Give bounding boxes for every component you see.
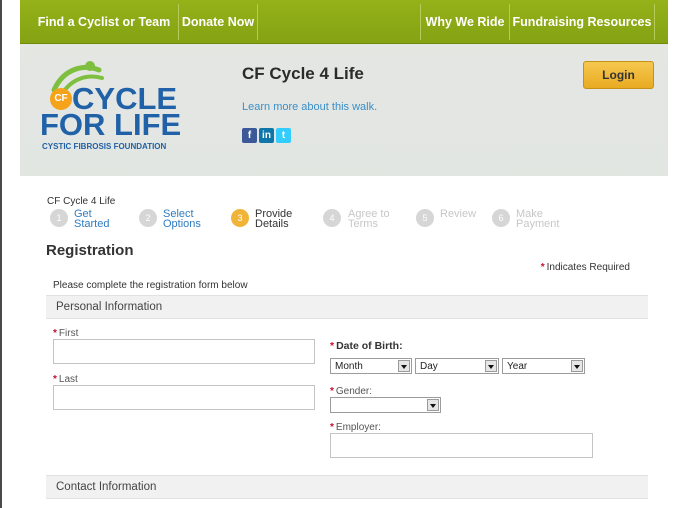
left-border xyxy=(0,0,2,508)
required-note: * Indicates Required xyxy=(541,262,630,273)
chevron-down-icon[interactable] xyxy=(398,360,410,372)
form-instructions: Please complete the registration form be… xyxy=(53,280,248,291)
step-3-label: Provide Details xyxy=(255,209,292,230)
dob-year-value: Year xyxy=(507,361,528,372)
step-4-number: 4 xyxy=(323,209,341,227)
required-marker: * xyxy=(330,386,334,397)
step-5-label: Review xyxy=(440,208,477,220)
linkedin-icon[interactable]: in xyxy=(259,128,274,143)
nav-fundraising-resources[interactable]: Fundraising Resources xyxy=(510,0,654,44)
dob-day-select[interactable]: Day xyxy=(415,358,499,374)
first-name-input[interactable] xyxy=(53,339,315,364)
step-6-label-line2: Payment xyxy=(516,218,560,230)
personal-info-section-header: Personal Information xyxy=(46,295,648,319)
step-3-label-line2: Details xyxy=(255,218,289,230)
step-1-label-line2: Started xyxy=(74,218,110,230)
step-5-label-line1: Review xyxy=(440,208,477,220)
step-4-label-line2: Terms xyxy=(348,218,378,230)
last-name-label: * Last xyxy=(53,374,78,385)
dob-month-value: Month xyxy=(335,361,363,372)
step-2-label[interactable]: Select Options xyxy=(163,209,201,230)
gender-label-text: Gender: xyxy=(335,386,373,397)
gender-select[interactable] xyxy=(330,397,441,413)
page-title: Registration xyxy=(46,242,134,259)
dob-month-select[interactable]: Month xyxy=(330,358,412,374)
step-3-number: 3 xyxy=(231,209,249,227)
step-2-label-line2: Options xyxy=(163,218,201,230)
step-5-number: 5 xyxy=(416,209,434,227)
logo-subtitle: CYSTIC FIBROSIS FOUNDATION xyxy=(42,142,167,151)
step-1-number: 1 xyxy=(50,209,68,227)
required-marker: * xyxy=(330,340,335,352)
event-title: CF Cycle 4 Life xyxy=(242,64,364,83)
login-button[interactable]: Login xyxy=(583,61,654,89)
logo-text-for-life: FOR LIFE xyxy=(40,107,182,142)
chevron-down-icon[interactable] xyxy=(571,360,583,372)
required-note-text: Indicates Required xyxy=(546,262,630,273)
employer-label-text: Employer: xyxy=(335,422,381,433)
employer-label: * Employer: xyxy=(330,422,381,433)
first-name-label: * First xyxy=(53,328,78,339)
step-2-number: 2 xyxy=(139,209,157,227)
nav-why-we-ride[interactable]: Why We Ride xyxy=(421,0,509,44)
gender-label: * Gender: xyxy=(330,386,372,397)
last-name-input[interactable] xyxy=(53,385,315,410)
top-nav: Find a Cyclist or Team Donate Now Why We… xyxy=(20,0,668,44)
step-6-label: Make Payment xyxy=(516,209,560,230)
learn-more-link[interactable]: Learn more about this walk. xyxy=(242,101,377,113)
contact-info-section-header: Contact Information xyxy=(46,475,648,499)
contact-info-title: Contact Information xyxy=(56,481,157,493)
required-marker: * xyxy=(330,422,334,433)
personal-info-title: Personal Information xyxy=(56,301,163,313)
required-marker: * xyxy=(53,328,57,339)
facebook-icon[interactable]: f xyxy=(242,128,257,143)
dob-year-select[interactable]: Year xyxy=(502,358,585,374)
step-6-number: 6 xyxy=(492,209,510,227)
last-name-label-text: Last xyxy=(58,374,78,385)
nav-divider xyxy=(257,4,258,40)
date-of-birth-label-text: Date of Birth: xyxy=(336,340,403,352)
required-marker: * xyxy=(53,374,57,385)
chevron-down-icon[interactable] xyxy=(427,399,439,411)
nav-find-cyclist[interactable]: Find a Cyclist or Team xyxy=(30,0,178,44)
cycle-for-life-logo[interactable]: CF CYCLE FOR LIFE CYSTIC FIBROSIS FOUNDA… xyxy=(38,61,198,156)
first-name-label-text: First xyxy=(58,328,79,339)
dob-day-value: Day xyxy=(420,361,438,372)
date-of-birth-label: * Date of Birth: xyxy=(330,340,403,352)
required-marker: * xyxy=(540,262,545,273)
step-1-label[interactable]: Get Started xyxy=(74,209,110,230)
employer-input[interactable] xyxy=(330,433,593,458)
twitter-icon[interactable]: t xyxy=(276,128,291,143)
nav-divider xyxy=(654,4,655,40)
breadcrumb: CF Cycle 4 Life xyxy=(47,196,116,207)
nav-donate-now[interactable]: Donate Now xyxy=(179,0,257,44)
page-frame: Find a Cyclist or Team Donate Now Why We… xyxy=(20,0,668,508)
chevron-down-icon[interactable] xyxy=(485,360,497,372)
step-4-label: Agree to Terms xyxy=(348,209,390,230)
